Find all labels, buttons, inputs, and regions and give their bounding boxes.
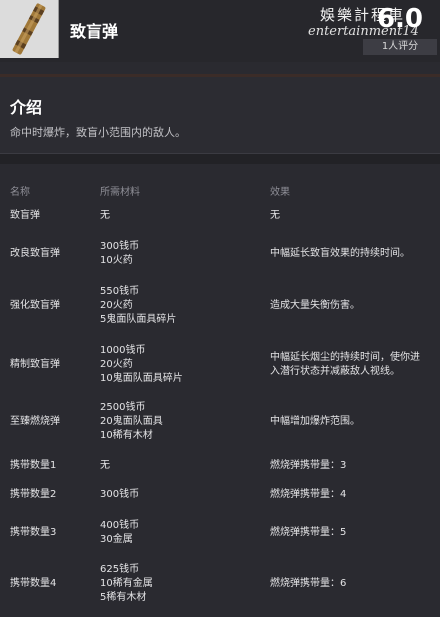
rating-value: 6.0 bbox=[376, 4, 424, 34]
material-line: 20火药 bbox=[100, 359, 133, 370]
row-materials: 300钱币 10火药 bbox=[100, 240, 139, 268]
material-line: 无 bbox=[100, 210, 110, 221]
material-line: 300钱币 bbox=[100, 489, 140, 500]
material-line: 550钱币 bbox=[100, 286, 140, 297]
intro-description: 命中时爆炸，致盲小范围内的敌人。 bbox=[10, 126, 186, 139]
material-line: 10稀有木材 bbox=[100, 430, 153, 441]
material-line: 5鬼面队面具碎片 bbox=[100, 314, 177, 325]
row-effect: 燃烧弹携带量：6 bbox=[270, 577, 435, 591]
row-name: 改良致盲弹 bbox=[10, 247, 60, 261]
row-effect: 中幅延长致盲效果的持续时间。 bbox=[270, 247, 435, 261]
material-line: 1000钱币 bbox=[100, 345, 146, 356]
row-effect: 燃烧弹携带量：4 bbox=[270, 488, 435, 502]
row-name: 携带数量4 bbox=[10, 577, 56, 591]
row-name: 强化致盲弹 bbox=[10, 299, 60, 313]
effect-line: 入潜行状态并减蔽敌人视线。 bbox=[270, 366, 400, 377]
material-line: 2500钱币 bbox=[100, 402, 146, 413]
material-line: 10火药 bbox=[100, 255, 133, 266]
row-materials: 无 bbox=[100, 209, 110, 223]
material-line: 20鬼面队面具 bbox=[100, 416, 163, 427]
row-name-text: 携带数量4 bbox=[10, 578, 57, 589]
effect-line: 燃烧弹携带量：5 bbox=[270, 527, 347, 538]
row-materials: 550钱币 20火药 5鬼面队面具碎片 bbox=[100, 285, 176, 327]
upgrade-table: 名称 所需材料 效果 致盲弹无无改良致盲弹 300钱币 10火药 中幅延长致盲效果的持… bbox=[0, 164, 440, 617]
row-materials: 1000钱币 20火药 10鬼面队面具碎片 bbox=[100, 344, 183, 386]
effect-line: 中幅增加爆炸范围。 bbox=[270, 416, 360, 427]
intro-title: 介绍 bbox=[10, 98, 43, 117]
row-name-text: 改良致盲弹 bbox=[10, 248, 60, 259]
row-name-text: 携带数量2 bbox=[10, 489, 57, 500]
item-header: 致盲弹 娛樂計程車 entertainment14 6.0 1人评分 bbox=[0, 0, 440, 62]
column-header-materials: 所需材料 bbox=[100, 187, 140, 198]
row-name: 携带数量2 bbox=[10, 488, 56, 502]
material-line: 625钱币 bbox=[100, 564, 140, 575]
row-effect: 中幅增加爆炸范围。 bbox=[270, 415, 435, 429]
row-effect: 燃烧弹携带量：3 bbox=[270, 459, 435, 473]
row-name: 至臻燃烧弹 bbox=[10, 415, 60, 429]
item-title: 致盲弹 bbox=[70, 22, 119, 41]
effect-line: 中幅延长烟尘的持续时间，使你进 bbox=[270, 352, 420, 363]
row-effect: 中幅延长烟尘的持续时间，使你进 入潜行状态并减蔽敌人视线。 bbox=[270, 351, 435, 379]
flash-grenade-icon bbox=[0, 0, 59, 58]
row-name-text: 强化致盲弹 bbox=[10, 300, 60, 311]
material-line: 无 bbox=[100, 460, 110, 471]
row-name-text: 携带数量3 bbox=[10, 527, 57, 538]
material-line: 10鬼面队面具碎片 bbox=[100, 373, 183, 384]
material-line: 5稀有木材 bbox=[100, 592, 147, 603]
row-name: 精制致盲弹 bbox=[10, 358, 60, 372]
material-line: 10稀有金属 bbox=[100, 578, 153, 589]
row-name-text: 至臻燃烧弹 bbox=[10, 416, 60, 427]
effect-line: 燃烧弹携带量：4 bbox=[270, 489, 347, 500]
row-effect: 无 bbox=[270, 209, 435, 223]
effect-line: 造成大量失衡伤害。 bbox=[270, 300, 360, 311]
row-effect: 燃烧弹携带量：5 bbox=[270, 526, 435, 540]
rating-box[interactable]: 6.0 1人评分 bbox=[363, 4, 437, 55]
effect-line: 中幅延长致盲效果的持续时间。 bbox=[270, 248, 410, 259]
row-materials: 300钱币 bbox=[100, 488, 139, 502]
effect-line: 无 bbox=[270, 210, 280, 221]
material-line: 20火药 bbox=[100, 300, 133, 311]
material-line: 400钱币 bbox=[100, 520, 140, 531]
column-header-name: 名称 bbox=[10, 187, 30, 198]
material-line: 30金属 bbox=[100, 534, 133, 545]
effect-line: 燃烧弹携带量：3 bbox=[270, 460, 347, 471]
row-name-text: 携带数量1 bbox=[10, 460, 57, 471]
rating-count: 1人评分 bbox=[363, 39, 437, 55]
row-name-text: 致盲弹 bbox=[10, 210, 40, 221]
section-divider bbox=[0, 153, 440, 164]
row-materials: 625钱币 10稀有金属 5稀有木材 bbox=[100, 563, 153, 605]
row-materials: 400钱币 30金属 bbox=[100, 519, 139, 547]
row-materials: 无 bbox=[100, 459, 110, 473]
row-name-text: 精制致盲弹 bbox=[10, 359, 60, 370]
row-name: 致盲弹 bbox=[10, 209, 40, 223]
material-line: 300钱币 bbox=[100, 241, 140, 252]
row-materials: 2500钱币 20鬼面队面具 10稀有木材 bbox=[100, 401, 163, 443]
row-name: 携带数量1 bbox=[10, 459, 56, 473]
column-header-effect: 效果 bbox=[270, 187, 290, 198]
effect-line: 燃烧弹携带量：6 bbox=[270, 578, 347, 589]
row-name: 携带数量3 bbox=[10, 526, 56, 540]
intro-section: 介绍 命中时爆炸，致盲小范围内的敌人。 bbox=[0, 77, 440, 153]
row-effect: 造成大量失衡伤害。 bbox=[270, 299, 435, 313]
